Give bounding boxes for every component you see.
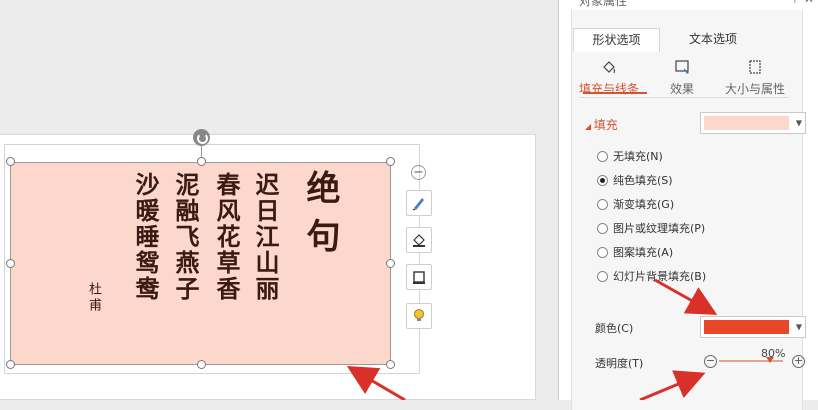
color-swatch	[704, 320, 789, 334]
radio-button[interactable]	[597, 174, 608, 186]
chevron-down-icon: ▼	[795, 322, 802, 332]
collapse-toolbar-icon[interactable]: −	[411, 165, 426, 180]
radio-solid-fill[interactable]: 纯色填充(S)	[597, 172, 673, 188]
radio-picture-fill[interactable]: 图片或纹理填充(P)	[597, 220, 705, 236]
radio-button[interactable]	[597, 270, 608, 282]
radio-button[interactable]	[597, 198, 608, 210]
fill-section-title: 填充	[593, 118, 618, 132]
effects-icon	[647, 58, 717, 80]
fill-icon[interactable]	[406, 227, 432, 253]
color-dropdown[interactable]: ▼	[700, 316, 806, 338]
object-properties-panel: 对象属性 ⊤ ✕ 形状选项 文本选项 填充与线条 效果 大小与属性 ◢ 填充 ▼	[558, 0, 818, 410]
panel-header-icons[interactable]: ⊤ ✕	[790, 0, 814, 6]
fill-section-header[interactable]: ◢ 填充	[585, 116, 618, 133]
slide-canvas: 绝句 迟日江山丽 春风花草香 泥融飞燕子 沙暖睡鸳鸯 杜甫 −	[0, 0, 558, 400]
bulb-icon[interactable]	[406, 303, 432, 329]
poem-line-2: 春风花草香	[212, 172, 241, 302]
paint-bucket-icon	[574, 58, 644, 80]
radio-pattern-fill[interactable]: 图案填充(A)	[597, 244, 673, 260]
size-properties-icon	[720, 58, 790, 80]
subtab-size-properties-label: 大小与属性	[724, 82, 785, 96]
radio-label: 图案填充(A)	[613, 246, 674, 259]
radio-label: 幻灯片背景填充(B)	[613, 270, 707, 283]
tab-shape-options[interactable]: 形状选项	[573, 28, 660, 52]
subtab-size-properties[interactable]: 大小与属性	[720, 58, 790, 97]
radio-gradient-fill[interactable]: 渐变填充(G)	[597, 196, 674, 212]
transparency-value: 80%	[761, 347, 786, 360]
resize-handle-n[interactable]	[197, 157, 206, 166]
fill-swatch	[704, 116, 789, 130]
transparency-label: 透明度(T)	[595, 357, 644, 370]
resize-handle-w[interactable]	[6, 259, 15, 268]
poem-line-3: 泥融飞燕子	[171, 172, 200, 302]
poem-line-4: 沙暖睡鸳鸯	[131, 172, 160, 302]
subtab-effects[interactable]: 效果	[647, 58, 717, 97]
increase-transparency-icon[interactable]: +	[792, 355, 805, 368]
poem-title: 绝句	[300, 170, 340, 266]
radio-button[interactable]	[597, 222, 608, 234]
outline-icon[interactable]	[406, 264, 432, 290]
resize-handle-e[interactable]	[386, 259, 395, 268]
poem-author: 杜甫	[86, 282, 101, 314]
radio-label: 图片或纹理填充(P)	[613, 222, 706, 235]
resize-handle-ne[interactable]	[386, 157, 395, 166]
radio-button[interactable]	[597, 150, 608, 162]
chevron-down-icon: ▼	[795, 118, 802, 128]
collapse-triangle-icon: ◢	[585, 122, 594, 131]
rotate-handle-icon[interactable]	[193, 129, 210, 146]
radio-no-fill[interactable]: 无填充(N)	[597, 148, 663, 164]
radio-label: 渐变填充(G)	[613, 198, 675, 211]
poem-line-1: 迟日江山丽	[251, 172, 280, 302]
divider	[579, 97, 789, 98]
fill-color-dropdown[interactable]: ▼	[700, 112, 806, 134]
panel-title: 对象属性	[579, 0, 628, 8]
radio-label: 无填充(N)	[613, 150, 663, 163]
resize-handle-sw[interactable]	[6, 360, 15, 369]
active-subtab-indicator	[583, 92, 647, 94]
edit-shape-icon[interactable]	[406, 190, 432, 216]
radio-slide-bg-fill[interactable]: 幻灯片背景填充(B)	[597, 268, 706, 284]
resize-handle-nw[interactable]	[6, 157, 15, 166]
radio-label: 纯色填充(S)	[613, 174, 673, 187]
color-label: 颜色(C)	[595, 322, 634, 335]
resize-handle-se[interactable]	[386, 360, 395, 369]
subtab-effects-label: 效果	[669, 82, 694, 96]
resize-handle-s[interactable]	[197, 360, 206, 369]
radio-button[interactable]	[597, 246, 608, 258]
decrease-transparency-icon[interactable]: −	[704, 355, 717, 368]
tab-text-options[interactable]: 文本选项	[672, 28, 754, 52]
